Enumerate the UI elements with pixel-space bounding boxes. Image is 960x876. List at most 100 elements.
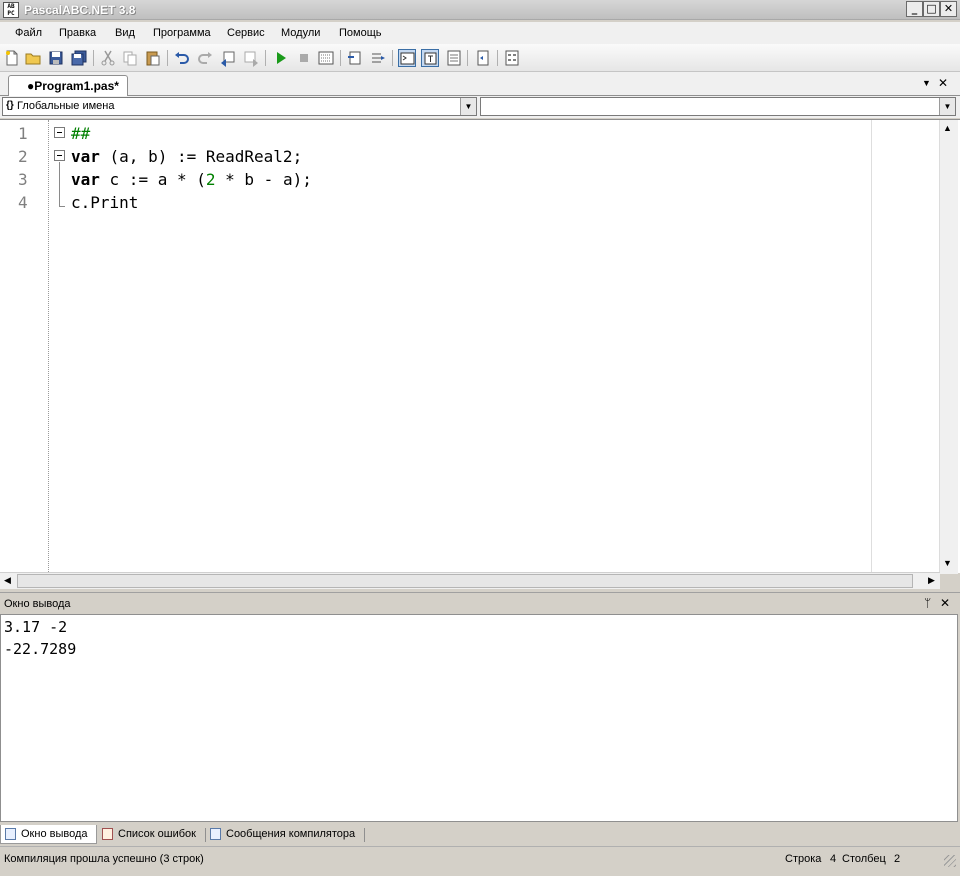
menu-view[interactable]: Вид — [115, 27, 135, 39]
step-icon[interactable] — [346, 49, 364, 67]
document-tab[interactable]: ●Program1.pas* — [8, 75, 128, 96]
horizontal-scroll-thumb[interactable] — [17, 574, 913, 588]
line-number: 2 — [18, 147, 28, 166]
code-line-4[interactable]: c.Print — [71, 193, 138, 212]
format-left-icon[interactable] — [219, 49, 237, 67]
save-icon[interactable] — [47, 49, 65, 67]
run-icon[interactable] — [272, 49, 290, 67]
navigation-bar: {} Глобальные имена ▼ ▼ — [0, 96, 960, 118]
tab-output[interactable]: Окно вывода — [0, 825, 97, 844]
toolbar — [0, 44, 960, 72]
tab-compiler-messages-label: Сообщения компилятора — [226, 828, 356, 840]
minimize-button[interactable]: _ — [906, 1, 923, 17]
editor-horizontal-scrollbar[interactable]: ◀ ▶ — [0, 572, 940, 589]
toolbar-separator — [467, 50, 468, 66]
app-logo-icon: AB PC — [3, 2, 19, 18]
close-tab-icon[interactable]: ✕ — [938, 76, 948, 90]
tab-compiler-messages[interactable]: Сообщения компилятора — [206, 825, 364, 844]
cut-icon[interactable] — [99, 49, 117, 67]
code-token: c := a * ( — [99, 170, 206, 189]
scroll-right-icon[interactable]: ▶ — [928, 575, 935, 586]
status-row-value: 4 — [830, 853, 837, 865]
format-right-icon[interactable] — [242, 49, 260, 67]
output-line: -22.7289 — [4, 640, 77, 658]
document-tab-strip: ●Program1.pas* ▼ ✕ — [0, 72, 960, 96]
toolbar-separator — [340, 50, 341, 66]
menu-edit[interactable]: Правка — [59, 27, 96, 39]
toolbar-separator — [392, 50, 393, 66]
chevron-down-icon[interactable]: ▼ — [939, 98, 955, 115]
tab-list-chevron-icon[interactable]: ▼ — [922, 78, 931, 88]
tab-output-label: Окно вывода — [21, 828, 88, 840]
menu-help[interactable]: Помощь — [339, 27, 382, 39]
menu-bar: Файл Правка Вид Программа Сервис Модули … — [0, 22, 960, 44]
code-token: * b - a); — [215, 170, 312, 189]
menu-modules[interactable]: Модули — [281, 27, 320, 39]
undo-icon[interactable] — [173, 49, 191, 67]
toolbar-separator — [265, 50, 266, 66]
menu-file[interactable]: Файл — [15, 27, 42, 39]
redo-icon[interactable] — [196, 49, 214, 67]
scope-dropdown[interactable]: {} Глобальные имена ▼ — [2, 97, 477, 116]
code-token: c.Print — [71, 193, 139, 212]
window-title: PascalABC.NET 3.8 — [24, 3, 136, 17]
abc-icon[interactable] — [445, 49, 463, 67]
keyword-token: var — [71, 170, 100, 189]
toolbar-separator — [167, 50, 168, 66]
menu-service[interactable]: Сервис — [227, 27, 265, 39]
save-all-icon[interactable] — [70, 49, 88, 67]
debug-window-icon[interactable] — [317, 49, 335, 67]
code-editor[interactable]: 1 2 3 4 ## var (a, b) := ReadReal2; var … — [0, 119, 960, 574]
directive-token: ## — [71, 124, 91, 143]
fold-collapse-icon[interactable] — [54, 150, 65, 161]
output-window-icon — [5, 828, 16, 840]
number-token: 2 — [205, 170, 216, 189]
status-col-label: Столбец — [842, 853, 886, 865]
code-icon[interactable] — [503, 49, 521, 67]
close-window-button[interactable]: ✕ — [940, 1, 957, 17]
editor-vertical-scrollbar[interactable]: ▲ ▼ — [939, 120, 958, 574]
scroll-down-icon[interactable]: ▼ — [943, 558, 952, 568]
output-window[interactable]: 3.17 -2 -22.7289 — [0, 614, 958, 822]
tab-error-list[interactable]: Список ошибок — [98, 825, 206, 844]
line-number: 4 — [18, 193, 28, 212]
resize-grip-icon[interactable] — [944, 855, 956, 867]
output-toggle-icon[interactable] — [398, 49, 416, 67]
menu-program[interactable]: Программа — [153, 27, 211, 39]
compile-icon[interactable] — [474, 49, 492, 67]
copy-icon[interactable] — [121, 49, 139, 67]
close-panel-icon[interactable]: ✕ — [940, 596, 950, 610]
stop-icon[interactable] — [295, 49, 313, 67]
fold-collapse-icon[interactable] — [54, 127, 65, 138]
status-row-label: Строка — [785, 853, 822, 865]
code-token: (a, b) := ReadReal2; — [99, 147, 303, 166]
line-number: 3 — [18, 170, 28, 189]
right-margin-line — [871, 120, 872, 574]
chevron-down-icon[interactable]: ▼ — [460, 98, 476, 115]
open-icon[interactable] — [24, 49, 42, 67]
scroll-left-icon[interactable]: ◀ — [4, 575, 11, 586]
maximize-button[interactable]: □ — [923, 1, 940, 17]
tab-error-list-label: Список ошибок — [118, 828, 196, 840]
document-tab-label: ●Program1.pas* — [27, 79, 119, 93]
members-dropdown[interactable]: ▼ — [480, 97, 956, 116]
scroll-up-icon[interactable]: ▲ — [943, 123, 952, 133]
gutter-divider — [48, 120, 49, 574]
text-toggle-icon[interactable] — [421, 49, 439, 67]
toolbar-separator — [497, 50, 498, 66]
line-number: 1 — [18, 124, 28, 143]
status-message: Компиляция прошла успешно (3 строк) — [4, 853, 204, 865]
status-bar: Компиляция прошла успешно (3 строк) Стро… — [0, 846, 960, 876]
tab-separator — [364, 828, 365, 842]
scope-label: Глобальные имена — [17, 100, 115, 112]
keyword-token: var — [71, 147, 100, 166]
new-file-icon[interactable] — [3, 49, 21, 67]
code-line-1[interactable]: ## — [71, 124, 90, 143]
step-over-icon[interactable] — [369, 49, 387, 67]
code-line-2[interactable]: var (a, b) := ReadReal2; — [71, 147, 302, 166]
code-line-3[interactable]: var c := a * (2 * b - a); — [71, 170, 312, 189]
paste-icon[interactable] — [144, 49, 162, 67]
fold-guide — [59, 162, 60, 207]
pin-icon[interactable]: ᛘ — [924, 596, 931, 610]
title-bar: AB PC PascalABC.NET 3.8 _ □ ✕ — [0, 0, 960, 20]
